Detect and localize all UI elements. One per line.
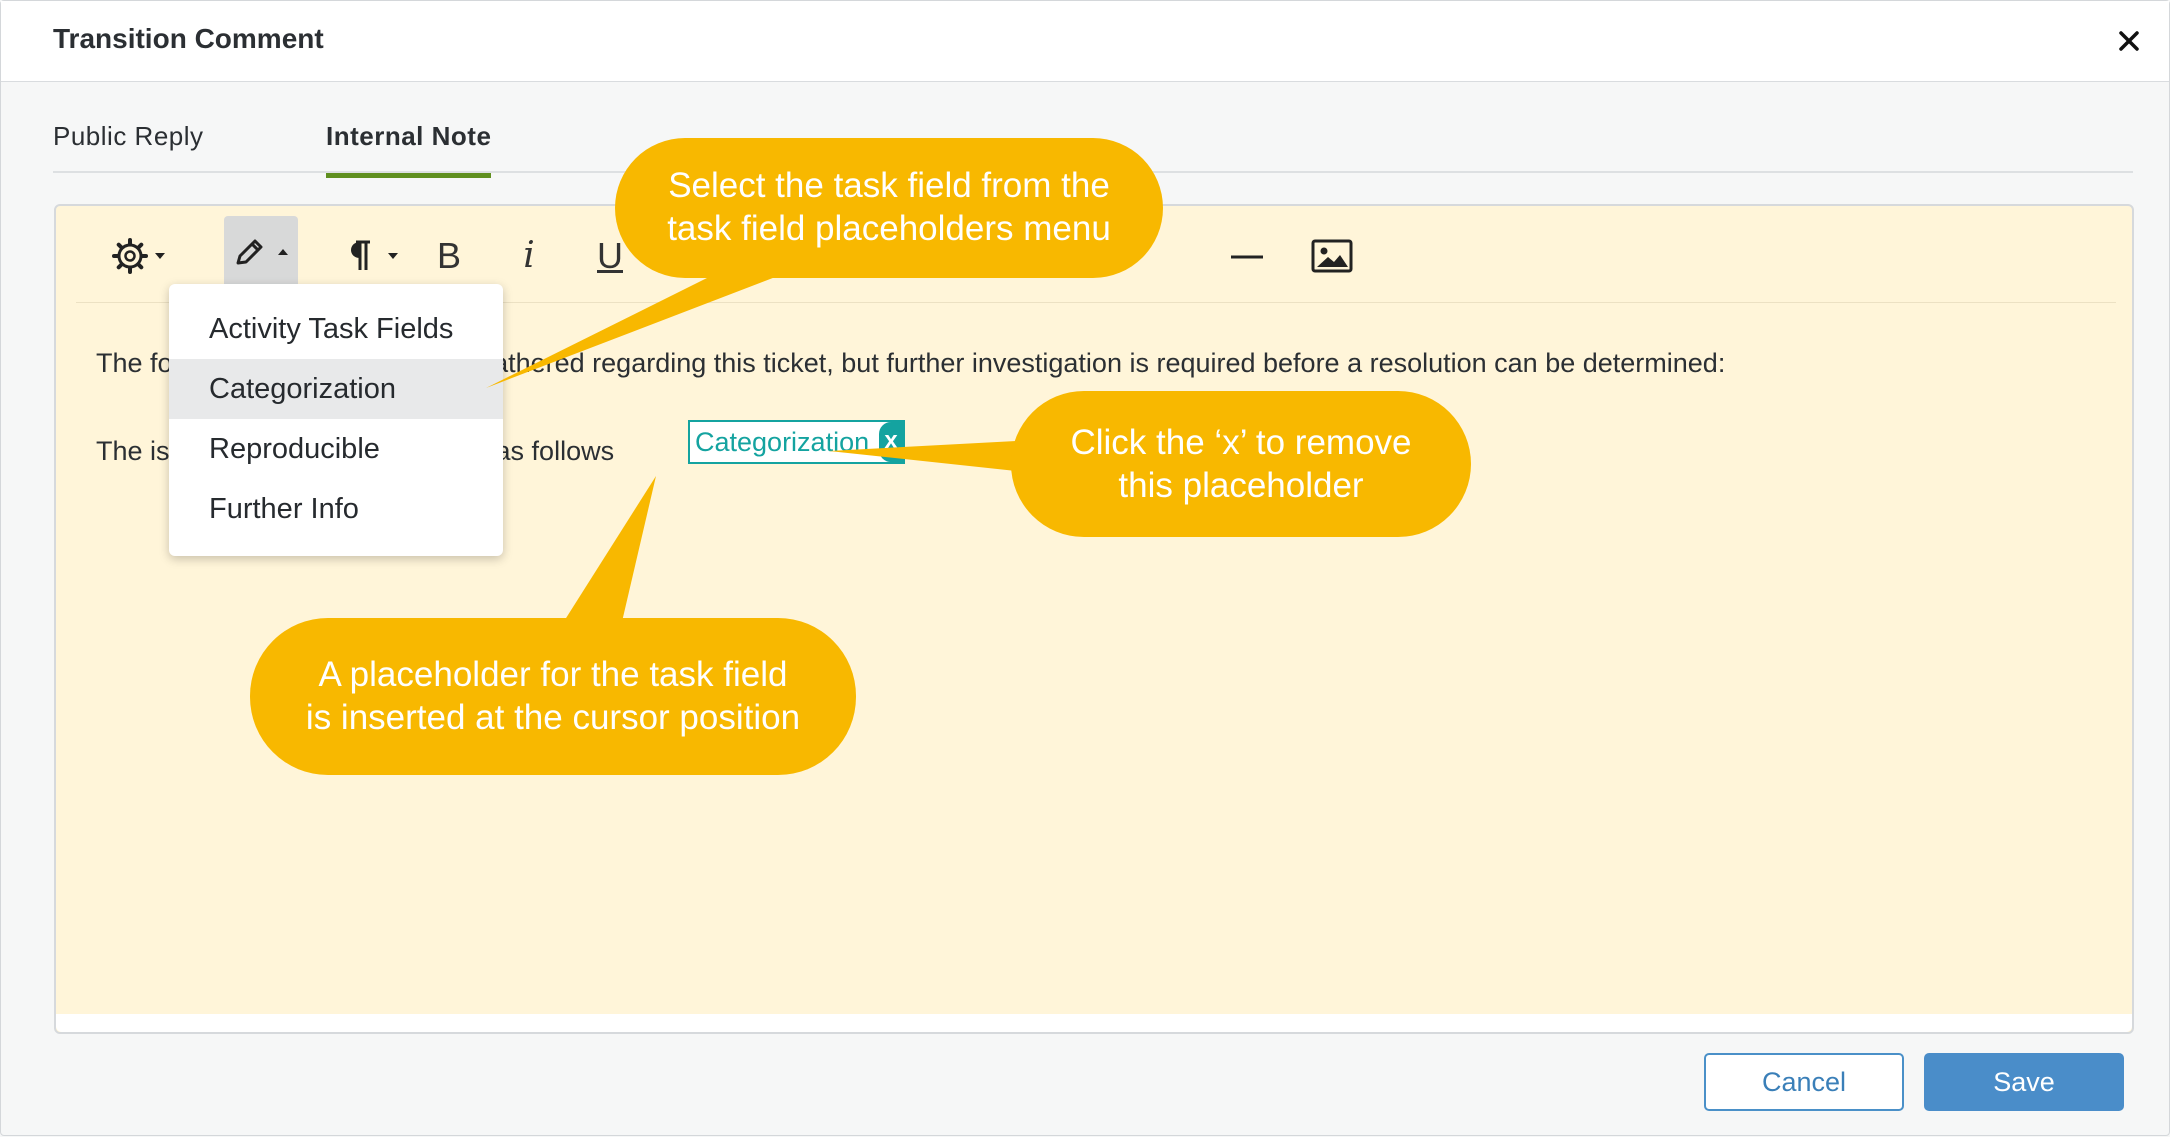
editor-bottom-strip (56, 1014, 2132, 1032)
task-field-placeholders-menu: Activity Task Fields Categorization Repr… (169, 284, 503, 556)
line2-end-text: as follows (495, 436, 615, 466)
menu-item-categorization[interactable]: Categorization (169, 359, 503, 419)
dialog-title: Transition Comment (53, 23, 324, 54)
menu-item-reproducible[interactable]: Reproducible (169, 419, 503, 479)
caret-up-icon (278, 249, 288, 255)
task-field-placeholder-chip[interactable]: Categorization x (688, 420, 906, 464)
horizontal-rule-button[interactable] (1219, 231, 1275, 281)
line1-end-text: en gathered regarding this ticket, but f… (440, 348, 1726, 378)
callout-text-select: Select the task field from the task field… (667, 166, 1111, 248)
tab-public-reply[interactable]: Public Reply (53, 121, 204, 152)
close-icon (2119, 31, 2139, 51)
bold-button[interactable]: B (421, 231, 477, 281)
gear-icon (112, 238, 165, 274)
pencil-icon (236, 239, 288, 265)
paragraph-icon (351, 240, 398, 270)
bold-icon: B (436, 235, 461, 276)
menu-item-further-info[interactable]: Further Info (169, 479, 503, 539)
italic-button[interactable]: i (501, 231, 557, 281)
italic-icon: i (523, 235, 535, 276)
horizontal-rule-icon (1231, 255, 1263, 259)
caret-down-icon (388, 253, 398, 259)
line1-start-text: The fo (96, 348, 173, 378)
caret-down-icon (155, 253, 165, 259)
menu-item-activity-task-fields[interactable]: Activity Task Fields (169, 299, 503, 359)
tab-internal-note[interactable]: Internal Note (326, 121, 492, 178)
placeholder-chip-label: Categorization (695, 427, 870, 457)
placeholders-menu-button[interactable] (224, 216, 298, 288)
save-button[interactable]: Save (1924, 1053, 2124, 1111)
settings-dropdown-button[interactable] (110, 231, 174, 281)
remove-placeholder-button[interactable]: x (879, 422, 904, 462)
close-button[interactable] (2107, 19, 2151, 63)
transition-comment-dialog: Transition Comment Public Reply Internal… (0, 0, 2170, 1136)
paragraph-format-button[interactable] (336, 231, 406, 281)
line2-start-text: The is (96, 436, 170, 466)
cancel-button[interactable]: Cancel (1704, 1053, 1904, 1111)
callout-text-inserted: A placeholder for the task field is inser… (305, 655, 801, 737)
dialog-header: Transition Comment (1, 1, 2169, 82)
callout-text-remove: Click the ‘x’ to remove this placeholder (1070, 423, 1412, 505)
image-icon (1311, 239, 1353, 273)
insert-image-button[interactable] (1300, 231, 1364, 281)
